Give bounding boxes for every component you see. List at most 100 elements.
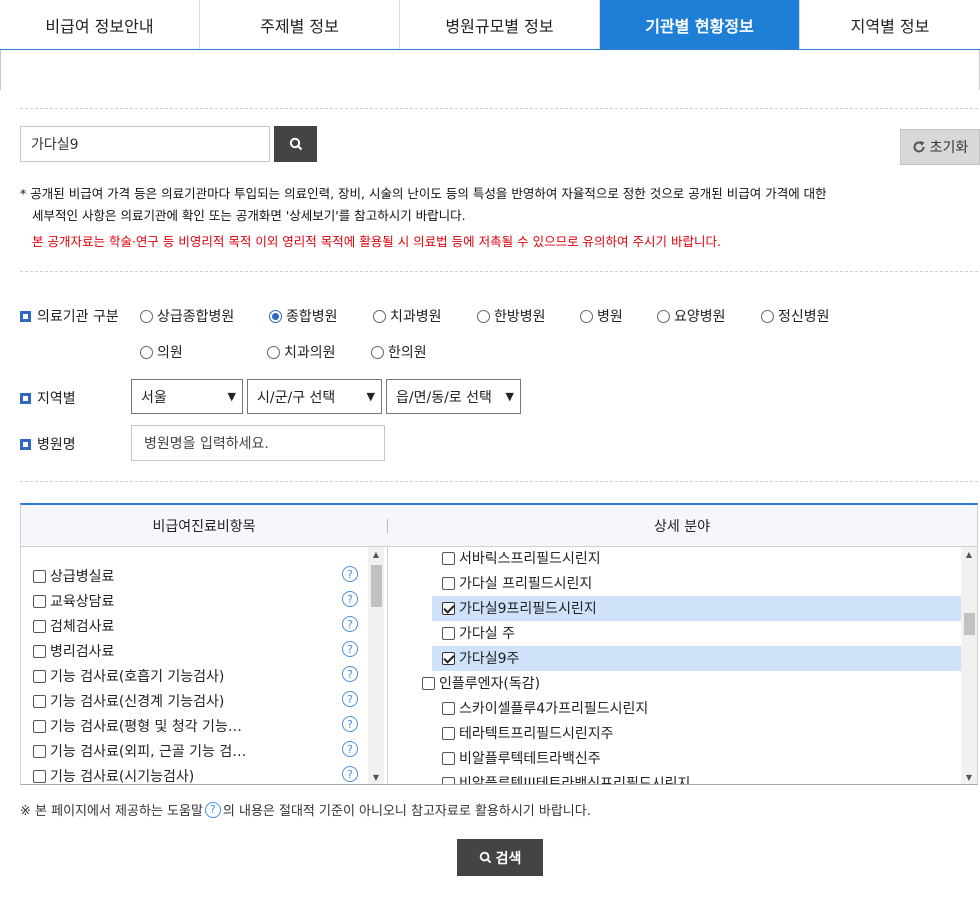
help-icon[interactable]: ? [342,741,358,757]
detail-item[interactable]: 가다실9주 [442,648,519,668]
checkbox[interactable] [33,719,46,733]
detail-item[interactable]: 비알플루텍테트라백신주 [442,748,601,768]
help-icon[interactable]: ? [342,591,358,607]
radio-oriental-clinic[interactable]: 한의원 [371,342,427,362]
help-icon[interactable]: ? [342,766,358,782]
radio-circle [580,309,593,323]
hospital-name-input[interactable]: 병원명을 입력하세요. [131,425,385,461]
reset-button[interactable]: 초기화 [900,129,980,165]
checkbox[interactable] [442,701,455,715]
keyword-search-button[interactable] [274,126,317,162]
checkbox[interactable] [33,694,46,708]
detail-item[interactable]: 스카이셀플루4가프리필드시린지 [442,698,648,718]
region-label: 지역별 [20,388,76,408]
checkbox[interactable] [442,726,455,740]
detail-list: 서바릭스프리필드시린지 가다실 프리필드시린지 가다실9프리필드시린지 가다실 … [387,547,963,784]
checkbox[interactable] [33,619,46,633]
list-item[interactable]: 기능 검사료(호흡기 기능검사) [33,666,224,686]
divider [20,481,978,482]
detail-item[interactable]: 가다실9프리필드시린지 [442,598,597,618]
tab-noncovered-info[interactable]: 비급여 정보안내 [0,0,200,49]
help-icon[interactable]: ? [342,616,358,632]
radio-circle-selected [269,309,282,323]
column-header-items: 비급여진료비항목 [152,519,256,535]
help-icon[interactable]: ? [342,716,358,732]
checkbox[interactable] [33,744,46,758]
checkbox[interactable] [442,751,455,765]
help-icon[interactable]: ? [342,641,358,657]
scroll-thumb[interactable] [371,565,382,607]
checkbox[interactable] [33,644,46,658]
scroll-up-icon[interactable]: ▲ [961,547,977,561]
checkbox[interactable] [442,626,455,640]
radio-tertiary-hospital[interactable]: 상급종합병원 [140,306,234,326]
radio-dental-hospital[interactable]: 치과병원 [373,306,442,326]
list-item[interactable]: 교육상담료 [33,591,114,611]
scroll-up-icon[interactable]: ▲ [368,547,384,561]
district-select[interactable]: 시/군/구 선택 ▼ [247,379,382,414]
help-footnote: ※ 본 페이지에서 제공하는 도움말 ? 의 내용은 절대적 기준이 아니오니 … [20,800,591,819]
checkbox[interactable] [422,676,435,690]
category-selector: 비급여진료비항목 상세 분야 상급병실료 ? 교육상담료 ? 검체검사료 ? 병… [20,503,978,785]
search-button[interactable]: 검색 [457,839,543,876]
detail-item[interactable]: 테라텍트프리필드시린지주 [442,723,614,743]
checkbox[interactable] [33,669,46,683]
radio-label: 한방병원 [494,309,546,325]
list-item[interactable]: 상급병실료 [33,566,114,586]
help-icon[interactable]: ? [342,666,358,682]
item-list-scrollbar[interactable]: ▲ ▼ [368,547,384,784]
checkbox[interactable] [33,569,46,583]
keyword-search-input[interactable] [20,126,270,162]
list-item[interactable]: 기능 검사료(평형 및 청각 기능… [33,716,242,736]
help-icon: ? [204,801,221,818]
city-select[interactable]: 서울 ▼ [131,379,243,414]
bullet-icon [20,438,31,450]
tab-institution-status[interactable]: 기관별 현황정보 [600,0,800,49]
radio-dental-clinic[interactable]: 치과의원 [267,342,336,362]
radio-general-hospital[interactable]: 종합병원 [269,306,338,326]
radio-clinic[interactable]: 의원 [140,342,183,362]
radio-label: 상급종합병원 [157,309,235,325]
hospital-name-label-text: 병원명 [37,437,76,453]
list-item[interactable]: 검체검사료 [33,616,114,636]
town-select[interactable]: 읍/면/동/로 선택 ▼ [386,379,521,414]
list-item-label: 기능 검사료(신경계 기능검사) [50,694,225,710]
detail-item[interactable]: 서바릭스프리필드시린지 [442,548,601,568]
radio-nursing-hospital[interactable]: 요양병원 [657,306,726,326]
radio-circle [477,309,490,323]
detail-list-scrollbar[interactable]: ▲ ▼ [961,547,977,784]
tab-topic-info[interactable]: 주제별 정보 [200,0,400,49]
list-item[interactable]: 기능 검사료(신경계 기능검사) [33,691,224,711]
tab-hospital-size-info[interactable]: 병원규모별 정보 [400,0,600,49]
detail-item[interactable]: 가다실 프리필드시린지 [442,573,592,593]
detail-item-label: 가다실9프리필드시린지 [459,601,597,617]
detail-item[interactable]: 비알플루텍III테트라백신프리필드시린지 [442,773,690,784]
divider [20,271,978,272]
detail-item-label: 가다실 프리필드시린지 [459,576,593,592]
checkbox-checked[interactable] [442,601,455,615]
checkbox-checked[interactable] [442,651,455,665]
list-item[interactable]: 기능 검사료(시기능검사) [33,766,194,784]
radio-mental-hospital[interactable]: 정신병원 [761,306,830,326]
radio-circle [761,309,774,323]
list-item[interactable]: 기능 검사료(외피, 근골 기능 검… [33,741,246,761]
scroll-down-icon[interactable]: ▼ [961,770,977,784]
detail-group[interactable]: 인플루엔자(독감) [422,673,540,693]
checkbox[interactable] [442,776,455,784]
help-icon[interactable]: ? [342,566,358,582]
checkbox[interactable] [33,594,46,608]
tab-region-info[interactable]: 지역별 정보 [800,0,980,49]
list-item[interactable]: 병리검사료 [33,641,114,661]
help-icon[interactable]: ? [342,691,358,707]
region-label-text: 지역별 [37,391,76,407]
detail-item[interactable]: 가다실 주 [442,623,515,643]
scroll-thumb[interactable] [964,613,975,635]
city-select-value: 서울 [141,389,167,406]
scroll-down-icon[interactable]: ▼ [368,770,384,784]
radio-hospital[interactable]: 병원 [580,306,623,326]
detail-item-label: 가다실9주 [459,651,520,667]
checkbox[interactable] [442,576,455,590]
checkbox[interactable] [33,769,46,783]
radio-oriental-hospital[interactable]: 한방병원 [477,306,546,326]
checkbox[interactable] [442,551,455,565]
